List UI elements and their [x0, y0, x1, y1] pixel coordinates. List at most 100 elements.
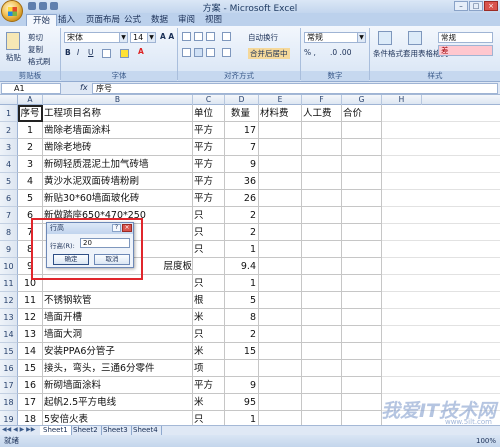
row-header[interactable]: 1 [0, 105, 18, 122]
column-header[interactable]: E [259, 95, 302, 105]
row-header[interactable]: 10 [0, 258, 18, 275]
row-header[interactable]: 16 [0, 360, 18, 377]
table-cell[interactable]: 合价 [342, 105, 382, 122]
table-cell[interactable] [342, 394, 382, 411]
table-cell[interactable] [382, 105, 500, 122]
copy-button[interactable]: 复制 [28, 44, 43, 55]
table-cell[interactable] [342, 360, 382, 377]
table-cell[interactable]: 11 [18, 292, 43, 309]
table-cell[interactable]: 材料费 [259, 105, 302, 122]
align-center-icon[interactable] [194, 48, 203, 57]
minimize-button[interactable]: – [454, 1, 468, 11]
column-header[interactable]: B [43, 95, 193, 105]
bold-button[interactable]: B [65, 48, 71, 57]
table-cell[interactable]: 2 [225, 207, 259, 224]
table-cell[interactable]: 2 [225, 326, 259, 343]
table-cell[interactable]: 9.4 [225, 258, 259, 275]
table-cell[interactable]: 不锈钢软管 [43, 292, 193, 309]
zoom-level[interactable]: 100% [476, 435, 496, 447]
table-cell[interactable] [342, 258, 382, 275]
fill-color-icon[interactable] [120, 49, 129, 58]
table-cell[interactable] [302, 241, 342, 258]
row-header[interactable]: 17 [0, 377, 18, 394]
table-cell[interactable]: 95 [225, 394, 259, 411]
table-cell[interactable] [259, 258, 302, 275]
tab-insert[interactable]: 插入 [52, 14, 81, 26]
table-cell[interactable]: 36 [225, 173, 259, 190]
borders-icon[interactable] [102, 49, 111, 58]
cut-button[interactable]: 剪切 [28, 32, 43, 43]
table-cell[interactable] [259, 122, 302, 139]
select-all-corner[interactable] [0, 95, 18, 105]
sheet-nav-icon[interactable]: ◀◀ ◀ ▶ ▶▶ [2, 426, 35, 433]
table-cell[interactable]: 数量 [225, 105, 259, 122]
row-header[interactable]: 3 [0, 139, 18, 156]
row-header[interactable]: 5 [0, 173, 18, 190]
font-color-icon[interactable]: A [138, 47, 144, 56]
column-header[interactable]: D [225, 95, 259, 105]
table-cell[interactable] [302, 190, 342, 207]
table-cell[interactable]: 13 [18, 326, 43, 343]
table-format-icon[interactable] [408, 31, 422, 45]
table-cell[interactable]: 4 [18, 173, 43, 190]
row-header[interactable]: 6 [0, 190, 18, 207]
office-button[interactable] [1, 0, 23, 22]
table-cell[interactable]: 新砌轻质混泥土加气砖墙 [43, 156, 193, 173]
table-cell[interactable]: 14 [18, 343, 43, 360]
table-cell[interactable]: 8 [225, 309, 259, 326]
grow-font-icon[interactable]: A A [160, 32, 174, 41]
column-header[interactable]: G [342, 95, 382, 105]
format-painter-button[interactable]: 格式刷 [28, 56, 51, 67]
table-cell[interactable] [342, 309, 382, 326]
table-cell[interactable]: 1 [225, 411, 259, 425]
table-cell[interactable]: 1 [225, 241, 259, 258]
table-cell[interactable]: 项 [193, 360, 225, 377]
table-cell[interactable] [302, 292, 342, 309]
row-header[interactable]: 7 [0, 207, 18, 224]
table-cell[interactable]: 平方 [193, 156, 225, 173]
align-top-icon[interactable] [182, 32, 191, 41]
table-cell[interactable] [259, 190, 302, 207]
table-cell[interactable] [382, 275, 500, 292]
table-cell[interactable] [342, 377, 382, 394]
tab-view[interactable]: 视图 [199, 14, 228, 26]
table-cell[interactable] [259, 207, 302, 224]
conditional-format-icon[interactable] [378, 31, 392, 45]
align-middle-icon[interactable] [194, 32, 203, 41]
sheet-tab-1[interactable]: Sheet1 [40, 426, 72, 435]
row-header[interactable]: 2 [0, 122, 18, 139]
table-cell[interactable] [259, 343, 302, 360]
table-cell[interactable] [302, 309, 342, 326]
table-cell[interactable]: 18 [18, 411, 43, 425]
row-height-input[interactable]: 20 [80, 238, 130, 248]
table-cell[interactable] [302, 224, 342, 241]
tab-data[interactable]: 数据 [145, 14, 174, 26]
table-cell[interactable]: 墙面大洞 [43, 326, 193, 343]
row-header[interactable]: 11 [0, 275, 18, 292]
table-cell[interactable] [259, 224, 302, 241]
table-cell[interactable]: 平方 [193, 377, 225, 394]
table-cell[interactable] [259, 377, 302, 394]
table-cell[interactable]: 17 [18, 394, 43, 411]
table-cell[interactable] [259, 326, 302, 343]
table-cell[interactable] [382, 224, 500, 241]
currency-icon[interactable]: % , [304, 48, 316, 57]
table-cell[interactable] [342, 241, 382, 258]
table-cell[interactable]: 起帆2.5平方电线 [43, 394, 193, 411]
table-cell[interactable] [259, 173, 302, 190]
table-cell[interactable] [259, 241, 302, 258]
table-cell[interactable]: 1 [18, 122, 43, 139]
table-cell[interactable] [382, 207, 500, 224]
decimal-icon[interactable]: .0 .00 [330, 48, 351, 57]
row-header[interactable]: 15 [0, 343, 18, 360]
table-cell[interactable] [259, 139, 302, 156]
redo-icon[interactable] [50, 2, 58, 10]
table-cell[interactable] [302, 326, 342, 343]
table-cell[interactable]: 平方 [193, 173, 225, 190]
underline-button[interactable]: U [88, 48, 94, 57]
table-cell[interactable] [302, 173, 342, 190]
table-cell[interactable]: 单位 [193, 105, 225, 122]
table-cell[interactable]: 1 [225, 275, 259, 292]
table-cell[interactable]: 新贴30*60墙面玻化砖 [43, 190, 193, 207]
table-cell[interactable]: 平方 [193, 139, 225, 156]
